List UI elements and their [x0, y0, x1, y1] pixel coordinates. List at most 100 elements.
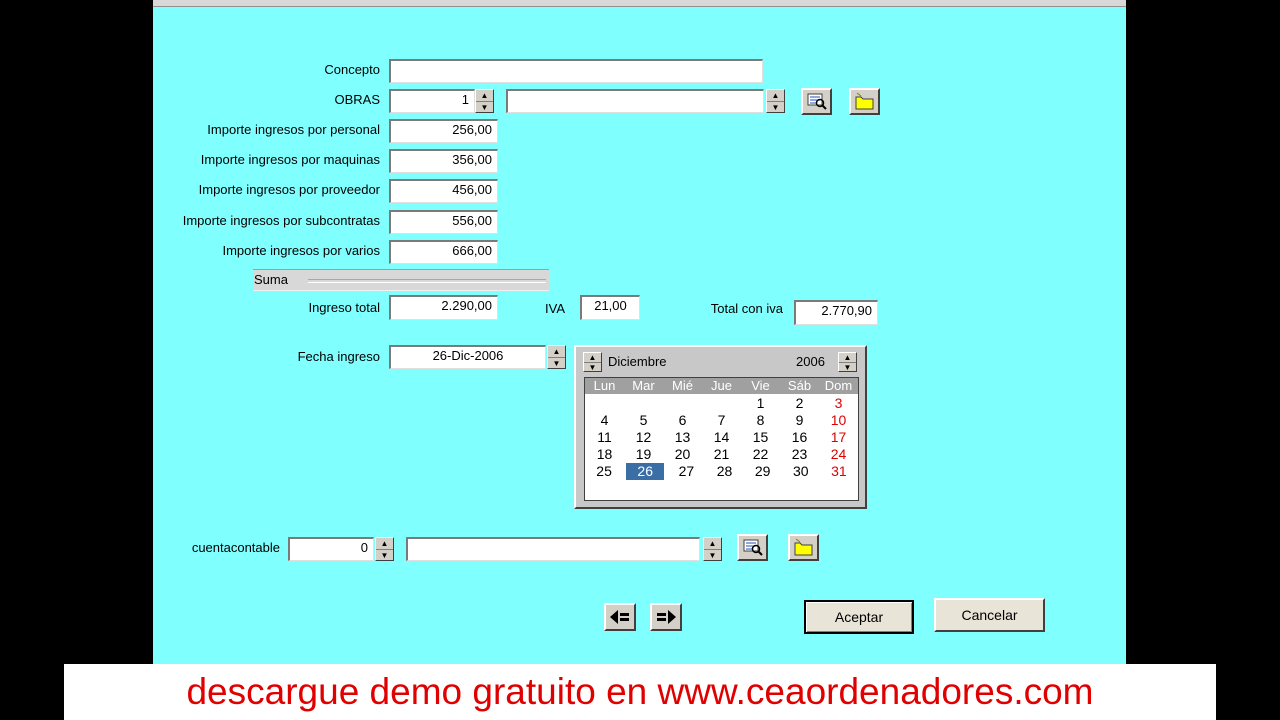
spin-up-icon[interactable]: ▲	[584, 353, 601, 362]
calendar-day-empty	[585, 395, 624, 412]
calendar-day[interactable]: 24	[819, 446, 858, 463]
spin-down-icon[interactable]: ▼	[767, 101, 784, 113]
ingreso-total-label: Ingreso total	[308, 300, 380, 315]
cuentacontable-code-spinner[interactable]: ▲ ▼	[375, 537, 394, 561]
calendar-day[interactable]: 9	[780, 412, 819, 429]
importe-subcontratas-input[interactable]: 556,00	[389, 210, 498, 234]
spin-up-icon[interactable]: ▲	[376, 538, 393, 549]
calendar-day[interactable]: 30	[782, 463, 820, 480]
calendar-day[interactable]: 23	[780, 446, 819, 463]
concepto-label: Concepto	[324, 62, 380, 77]
obras-new-button[interactable]	[849, 88, 880, 115]
cuentacontable-code-input[interactable]: 0	[288, 537, 374, 561]
importe-maquinas-input[interactable]: 356,00	[389, 149, 498, 173]
spin-down-icon[interactable]: ▼	[376, 549, 393, 561]
calendar-week-row: 18 19 20 21 22 23 24	[585, 446, 858, 463]
iva-input[interactable]: 21,00	[580, 295, 640, 320]
calendar-day[interactable]: 17	[819, 429, 858, 446]
calendar-day[interactable]: 20	[663, 446, 702, 463]
importe-subcontratas-label: Importe ingresos por subcontratas	[182, 213, 380, 228]
calendar-week-row: 123	[585, 395, 858, 412]
new-folder-icon	[794, 538, 813, 556]
next-record-icon	[657, 610, 676, 624]
obras-description-input[interactable]	[506, 89, 764, 113]
calendar-day[interactable]: 15	[741, 429, 780, 446]
calendar-day[interactable]: 31	[820, 463, 858, 480]
spin-up-icon[interactable]: ▲	[548, 346, 565, 357]
obras-code-input[interactable]: 1	[389, 89, 475, 113]
calendar-days: Lun Mar Mié Jue Vie Sáb Dom 1 2 3 4 5 6 7 8 9 10 1…	[584, 377, 859, 501]
calendar-week-row: 11 12 13 14 15 16 17	[585, 429, 858, 446]
calendar-day[interactable]: 25	[585, 463, 623, 480]
obras-label: OBRAS	[334, 92, 380, 107]
calendar-day[interactable]: 1	[741, 395, 780, 412]
spin-up-icon[interactable]: ▲	[839, 353, 856, 362]
calendar-day[interactable]: 6	[663, 412, 702, 429]
spin-down-icon[interactable]: ▼	[548, 357, 565, 369]
concepto-input[interactable]	[389, 59, 763, 83]
weekday-label: Mar	[632, 378, 655, 393]
calendar-day[interactable]: 26	[626, 463, 665, 480]
cuentacontable-description-spinner[interactable]: ▲ ▼	[703, 537, 722, 561]
spin-down-icon[interactable]: ▼	[584, 362, 601, 372]
total-con-iva-label: Total con iva	[710, 301, 783, 316]
weekday-label: Sáb	[787, 378, 812, 393]
calendar-day[interactable]: 12	[624, 429, 663, 446]
cuentacontable-new-button[interactable]	[788, 534, 819, 561]
calendar-day-empty	[702, 395, 741, 412]
calendar-day[interactable]: 27	[667, 463, 705, 480]
calendar-day[interactable]: 21	[702, 446, 741, 463]
importe-varios-input[interactable]: 666,00	[389, 240, 498, 264]
calendar-grid: 1 2 3 4 5 6 7 8 9 10 11 12 13 14 15 16 17 18 19 20 21 22 23 24 2…	[585, 395, 858, 480]
calendar-day[interactable]: 2	[780, 395, 819, 412]
obras-description-spinner[interactable]: ▲ ▼	[766, 89, 785, 113]
calendar-day[interactable]: 11	[585, 429, 624, 446]
calendar-day[interactable]: 16	[780, 429, 819, 446]
calendar-day[interactable]: 28	[705, 463, 743, 480]
suma-label: Suma	[254, 272, 288, 287]
spin-down-icon[interactable]: ▼	[476, 101, 493, 113]
spin-up-icon[interactable]: ▲	[476, 90, 493, 101]
calendar-day[interactable]: 8	[741, 412, 780, 429]
calendar-day[interactable]: 29	[744, 463, 782, 480]
calendar-day[interactable]: 7	[702, 412, 741, 429]
calendar-weekday-header: Lun Mar Mié Jue Vie Sáb Dom	[585, 378, 858, 394]
spin-down-icon[interactable]: ▼	[839, 362, 856, 372]
spin-down-icon[interactable]: ▼	[704, 549, 721, 561]
aceptar-button[interactable]: Aceptar	[804, 600, 914, 634]
weekday-label: Lun	[593, 378, 616, 393]
cuentacontable-description-input[interactable]	[406, 537, 700, 561]
calendar-week-row: 25 26 27 28 29 30 31	[585, 463, 858, 480]
calendar-day[interactable]: 13	[663, 429, 702, 446]
total-con-iva-input[interactable]: 2.770,90	[794, 300, 878, 325]
spin-up-icon[interactable]: ▲	[767, 90, 784, 101]
calendar-day[interactable]: 14	[702, 429, 741, 446]
cancelar-button[interactable]: Cancelar	[934, 598, 1045, 632]
window-top-edge	[153, 0, 1126, 7]
calendar-month-spinner[interactable]: ▲ ▼	[583, 352, 602, 372]
fecha-ingreso-input[interactable]: 26-Dic-2006	[389, 345, 546, 369]
importe-proveedor-label: Importe ingresos por proveedor	[198, 182, 380, 197]
prev-record-button[interactable]	[604, 603, 636, 631]
calendar-day[interactable]: 19	[624, 446, 663, 463]
spin-up-icon[interactable]: ▲	[704, 538, 721, 549]
obras-code-spinner[interactable]: ▲ ▼	[475, 89, 494, 113]
prev-record-icon	[610, 610, 629, 624]
calendar-year-spinner[interactable]: ▲ ▼	[838, 352, 857, 372]
weekday-label: Mié	[672, 378, 693, 393]
next-record-button[interactable]	[650, 603, 682, 631]
calendar-day[interactable]: 3	[819, 395, 858, 412]
calendar-day[interactable]: 18	[585, 446, 624, 463]
calendar-day[interactable]: 22	[741, 446, 780, 463]
calendar-day[interactable]: 4	[585, 412, 624, 429]
promo-banner: descargue demo gratuito en www.ceaordena…	[64, 664, 1216, 720]
importe-proveedor-input[interactable]: 456,00	[389, 179, 498, 203]
fecha-ingreso-spinner[interactable]: ▲ ▼	[547, 345, 566, 369]
ingreso-total-input[interactable]: 2.290,00	[389, 295, 498, 320]
calendar-day[interactable]: 10	[819, 412, 858, 429]
calendar-month: Diciembre	[608, 354, 667, 369]
calendar-day[interactable]: 5	[624, 412, 663, 429]
cuentacontable-search-button[interactable]	[737, 534, 768, 561]
obras-search-button[interactable]	[801, 88, 832, 115]
importe-personal-input[interactable]: 256,00	[389, 119, 498, 143]
